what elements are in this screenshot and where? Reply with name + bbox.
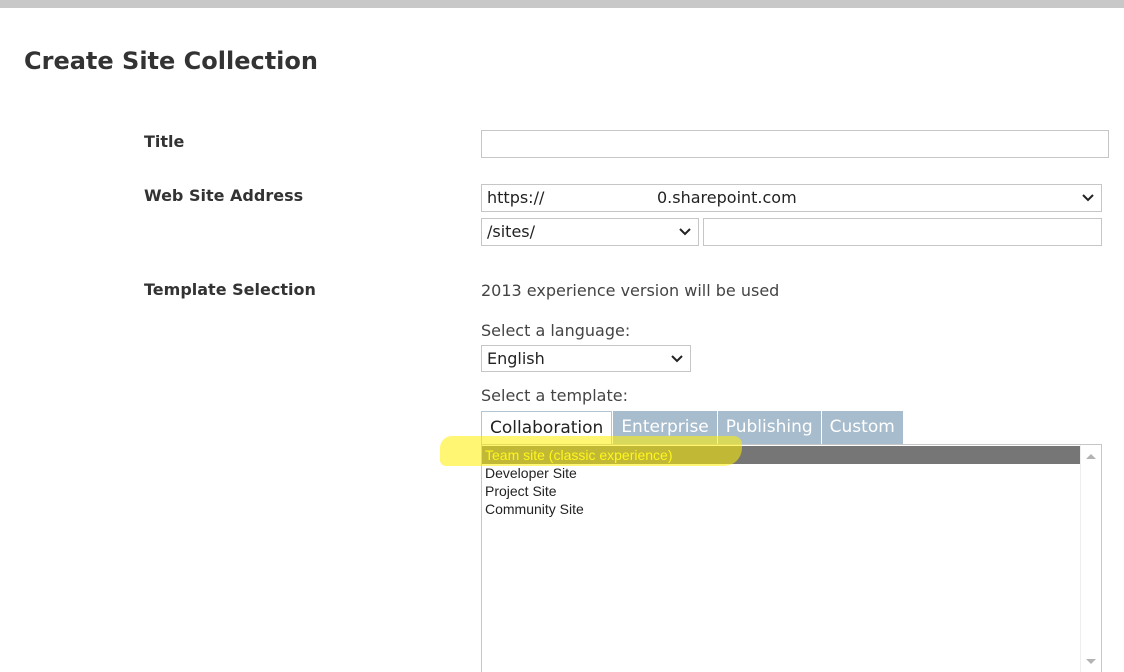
language-value: English <box>487 349 545 368</box>
chevron-down-icon <box>678 219 692 245</box>
template-item-community-site[interactable]: Community Site <box>482 500 1080 518</box>
top-bar <box>0 0 1124 8</box>
template-select-label: Select a template: <box>481 386 628 405</box>
list-scrollbar[interactable] <box>1080 445 1101 672</box>
path-select[interactable]: /sites/ <box>481 218 699 246</box>
tab-publishing[interactable]: Publishing <box>716 411 821 444</box>
domain-prefix: https:// <box>487 188 545 207</box>
domain-suffix: 0.sharepoint.com <box>657 188 797 207</box>
tab-custom[interactable]: Custom <box>820 411 903 444</box>
tab-collaboration[interactable]: Collaboration <box>481 411 613 445</box>
language-label: Select a language: <box>481 321 631 340</box>
address-label: Web Site Address <box>144 186 304 205</box>
tab-enterprise[interactable]: Enterprise <box>612 411 717 444</box>
language-select[interactable]: English <box>481 345 691 372</box>
template-selection-label: Template Selection <box>144 280 316 299</box>
template-list[interactable]: Team site (classic experience) Developer… <box>481 444 1102 672</box>
template-item-project-site[interactable]: Project Site <box>482 482 1080 500</box>
page-title: Create Site Collection <box>24 47 318 75</box>
title-label: Title <box>144 132 185 151</box>
domain-select[interactable]: https:// 0.sharepoint.com <box>481 184 1102 212</box>
redacted-region <box>556 186 654 210</box>
template-item-developer-site[interactable]: Developer Site <box>482 464 1080 482</box>
path-value: /sites/ <box>487 222 536 241</box>
chevron-down-icon <box>670 346 684 372</box>
template-tabs: Collaboration Enterprise Publishing Cust… <box>481 411 903 445</box>
scroll-up-arrow-icon[interactable] <box>1086 454 1096 459</box>
site-name-input[interactable] <box>703 218 1102 246</box>
template-item-team-site[interactable]: Team site (classic experience) <box>482 446 1080 464</box>
chevron-down-icon <box>1081 185 1095 211</box>
scroll-down-arrow-icon[interactable] <box>1086 659 1096 664</box>
title-input[interactable] <box>481 130 1109 158</box>
experience-note: 2013 experience version will be used <box>481 281 780 300</box>
